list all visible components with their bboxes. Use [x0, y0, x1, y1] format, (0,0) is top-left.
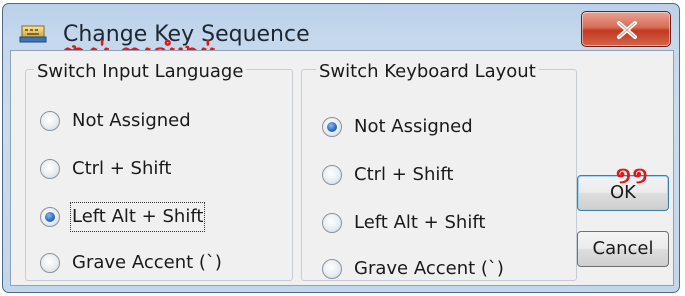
- radio-layout-ctrl-shift[interactable]: Ctrl + Shift: [322, 162, 562, 188]
- group-title: Switch Input Language: [34, 61, 247, 82]
- radio-label: Not Assigned: [354, 116, 473, 137]
- radio-label: Left Alt + Shift: [69, 202, 206, 232]
- dialog-content: Switch Input Language Not Assigned Ctrl …: [10, 50, 674, 286]
- group-title: Switch Keyboard Layout: [316, 61, 539, 82]
- radio-input-grave-accent[interactable]: Grave Accent (`): [40, 250, 280, 276]
- radio-label: Grave Accent (`): [72, 252, 222, 273]
- radio-label: Ctrl + Shift: [72, 158, 172, 179]
- keyboard-icon: [19, 20, 47, 44]
- radio-label: Ctrl + Shift: [354, 164, 454, 185]
- radio-button[interactable]: [322, 165, 342, 185]
- switch-keyboard-layout-group: Switch Keyboard Layout Not Assigned Ctrl…: [301, 61, 577, 282]
- dialog-window: Change Key Sequence ផ្លាស់ ការលំដាប់ Swi…: [2, 3, 680, 293]
- radio-button[interactable]: [322, 213, 342, 233]
- radio-layout-grave-accent[interactable]: Grave Accent (`): [322, 256, 562, 282]
- radio-button[interactable]: [40, 253, 60, 273]
- radio-label: Grave Accent (`): [354, 258, 504, 279]
- radio-label: Left Alt + Shift: [354, 212, 486, 233]
- radio-button-selected[interactable]: [40, 207, 60, 227]
- radio-label: Not Assigned: [72, 110, 191, 131]
- title-bar[interactable]: Change Key Sequence ផ្លាស់ ការលំដាប់: [3, 4, 679, 69]
- cancel-button[interactable]: Cancel: [577, 231, 669, 267]
- radio-layout-left-alt-shift[interactable]: Left Alt + Shift: [322, 210, 562, 236]
- radio-button[interactable]: [322, 259, 342, 279]
- radio-input-not-assigned[interactable]: Not Assigned: [40, 108, 280, 134]
- radio-button[interactable]: [40, 159, 60, 179]
- radio-button-selected[interactable]: [322, 117, 342, 137]
- close-button[interactable]: [581, 11, 671, 47]
- radio-input-ctrl-shift[interactable]: Ctrl + Shift: [40, 156, 280, 182]
- switch-input-language-group: Switch Input Language Not Assigned Ctrl …: [25, 61, 293, 281]
- radio-button[interactable]: [40, 111, 60, 131]
- radio-layout-not-assigned[interactable]: Not Assigned: [322, 114, 562, 140]
- ok-annotation: ១១: [615, 164, 649, 189]
- radio-input-left-alt-shift[interactable]: Left Alt + Shift: [40, 202, 280, 232]
